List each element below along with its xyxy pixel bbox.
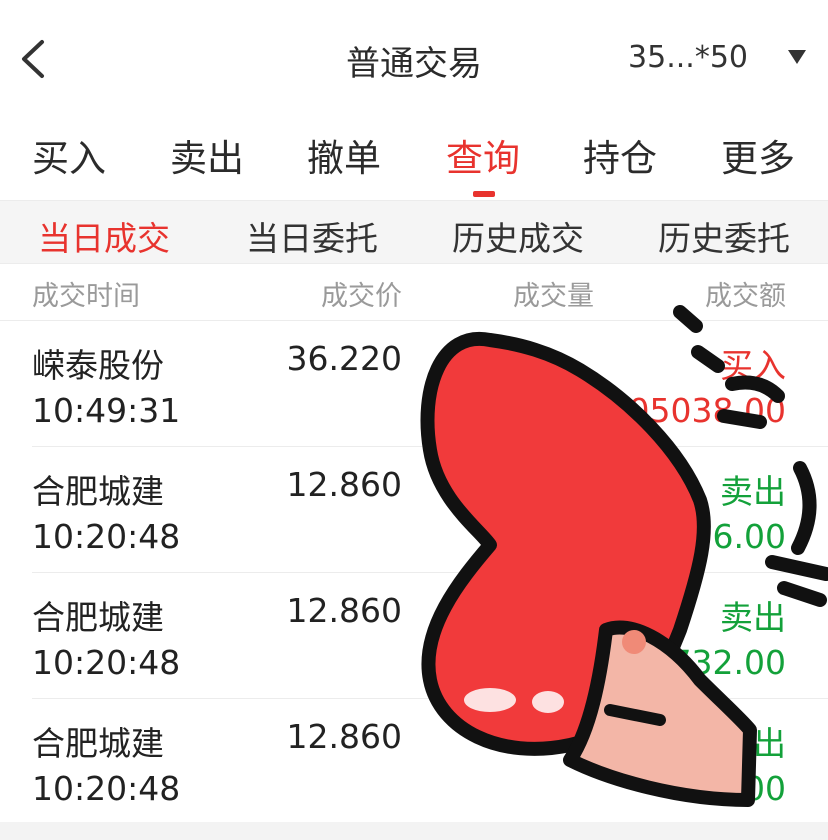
top-bar: 普通交易 35...*50 — [0, 0, 828, 118]
subtab-history-orders[interactable]: 历史委托 — [658, 212, 790, 260]
subtab-today-orders[interactable]: 当日委托 — [246, 212, 378, 260]
tab-positions[interactable]: 持仓 — [583, 128, 657, 182]
tab-buy[interactable]: 买入 — [32, 128, 106, 182]
deal-time: 10:20:48 — [32, 769, 181, 808]
query-subtabs: 当日成交 当日委托 历史成交 历史委托 — [0, 200, 828, 264]
subtab-history-deals[interactable]: 历史成交 — [452, 212, 584, 260]
triangle-down-icon[interactable] — [788, 50, 806, 64]
heart-hand-sticker-icon — [420, 305, 828, 807]
deal-time: 10:49:31 — [32, 391, 181, 430]
account-selector[interactable]: 35...*50 — [628, 40, 748, 75]
stock-name: 合肥城建 — [32, 724, 164, 763]
bottom-band — [0, 822, 828, 840]
tab-sell[interactable]: 卖出 — [170, 128, 244, 182]
tab-cancel[interactable]: 撤单 — [307, 128, 381, 182]
stock-name: 合肥城建 — [32, 472, 164, 511]
column-header-time: 成交时间 — [32, 281, 140, 312]
deal-time: 10:20:48 — [32, 643, 181, 682]
active-tab-indicator — [473, 191, 495, 197]
subtab-today-deals[interactable]: 当日成交 — [38, 212, 170, 260]
trade-tabs: 买入 卖出 撤单 查询 持仓 更多 — [0, 118, 828, 200]
stock-name: 合肥城建 — [32, 598, 164, 637]
stock-name: 嵘泰股份 — [32, 346, 164, 385]
tab-query[interactable]: 查询 — [446, 128, 520, 182]
deal-time: 10:20:48 — [32, 517, 181, 556]
tab-more[interactable]: 更多 — [721, 128, 795, 182]
